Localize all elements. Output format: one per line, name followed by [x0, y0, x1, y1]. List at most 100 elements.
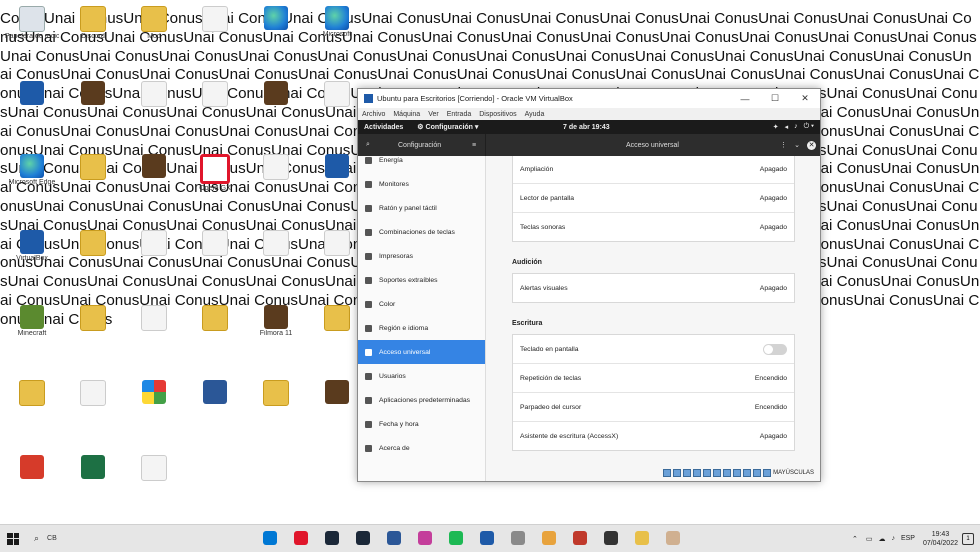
maximize-button[interactable]: ☐	[760, 89, 790, 108]
app-menu[interactable]: ⚙ Configuración ▾	[417, 123, 478, 131]
audio-icon[interactable]	[683, 469, 692, 477]
notification-icon[interactable]: 1	[962, 533, 974, 545]
desktop-icon[interactable]	[5, 376, 59, 407]
desktop-icon[interactable]	[310, 376, 364, 405]
desktop-icon[interactable]: Papelera de reciclaje	[5, 2, 59, 41]
desktop-icon[interactable]	[249, 2, 303, 31]
desktop-icon[interactable]	[66, 376, 120, 407]
menu-archivo[interactable]: Archivo	[362, 111, 385, 118]
desktop-icon[interactable]	[127, 376, 181, 405]
desktop-icon[interactable]: Filmora 11	[249, 301, 303, 338]
edge-icon[interactable]	[263, 531, 277, 545]
setting-row[interactable]: Alertas visuales Apagado	[513, 274, 794, 302]
desktop-icon[interactable]	[127, 77, 181, 108]
desktop-icon[interactable]	[310, 301, 364, 332]
taskbar-cb-label[interactable]: CB	[47, 535, 57, 542]
clock[interactable]: 19:43 07/04/2022	[923, 530, 958, 548]
desktop-icon[interactable]: VirtualBox	[5, 226, 59, 263]
volume-icon[interactable]: ♪	[891, 535, 895, 542]
view-menu-icon[interactable]: ⋮	[780, 141, 787, 149]
language-indicator[interactable]: ESP	[901, 535, 915, 542]
epic-games-icon[interactable]	[604, 531, 618, 545]
gnome-system-tray[interactable]: ✦ ◂ ♪ ⏻ ▾	[773, 123, 814, 131]
desktop-icon[interactable]: Minecraft	[5, 301, 59, 338]
network-adapter-icon[interactable]	[693, 469, 702, 477]
close-icon[interactable]: ✕	[807, 140, 816, 150]
search-icon[interactable]: ⌕	[34, 533, 39, 544]
sidebar-item[interactable]: Soportes extraíbles	[358, 268, 485, 292]
setting-row[interactable]: Ampliación Apagado	[513, 156, 794, 184]
desktop-icon[interactable]	[249, 226, 303, 257]
app-icon[interactable]	[573, 531, 587, 545]
tray-chevron-icon[interactable]: ⌃	[852, 535, 858, 543]
desktop-icon[interactable]: Opera GX	[188, 150, 242, 193]
desktop-icon[interactable]: Microsoft Edge	[5, 150, 59, 187]
desktop-icon[interactable]: Mod	[127, 2, 181, 41]
desktop-icon[interactable]: Microsoft	[310, 2, 364, 39]
setting-row[interactable]: Repetición de teclas Encendido	[513, 364, 794, 393]
activities-button[interactable]: Actividades	[364, 124, 403, 131]
steam-icon[interactable]	[356, 531, 370, 545]
chrome-icon[interactable]	[542, 531, 556, 545]
desktop-icon[interactable]	[310, 77, 364, 108]
setting-row[interactable]: Asistente de escritura (AccessX) Apagado	[513, 422, 794, 450]
desktop-icon[interactable]	[66, 77, 120, 106]
desktop-icon[interactable]	[127, 451, 181, 482]
opera-icon[interactable]	[294, 531, 308, 545]
desktop-icon[interactable]	[66, 301, 120, 332]
mouse-integration-icon[interactable]	[753, 469, 762, 477]
sidebar-item[interactable]: Fecha y hora	[358, 412, 485, 436]
sidebar-item[interactable]: Usuarios	[358, 364, 485, 388]
minimize-button[interactable]: —	[730, 89, 760, 108]
setting-row[interactable]: Teclas sonoras Apagado	[513, 213, 794, 241]
app-icon[interactable]	[511, 531, 525, 545]
sidebar-item[interactable]: Impresoras	[358, 244, 485, 268]
desktop-icon[interactable]: Discord	[66, 2, 120, 41]
sidebar-item[interactable]: Acceso universal	[358, 340, 485, 364]
sidebar-item[interactable]: Energía	[358, 156, 485, 172]
close-button[interactable]: ✕	[790, 89, 820, 108]
menu-ayuda[interactable]: Ayuda	[525, 111, 545, 118]
desktop-icon[interactable]	[310, 226, 364, 257]
desktop-icon[interactable]	[188, 226, 242, 257]
network-icon[interactable]: ☁	[878, 535, 885, 543]
setting-row[interactable]: Teclado en pantalla	[513, 335, 794, 364]
desktop-icon[interactable]	[66, 150, 120, 181]
gnome-clock[interactable]: 7 de abr 19:43	[563, 124, 610, 131]
spotify-icon[interactable]	[449, 531, 463, 545]
battery-icon[interactable]: ▭	[866, 535, 873, 543]
setting-row[interactable]: Parpadeo del cursor Encendido	[513, 393, 794, 422]
optical-icon[interactable]	[673, 469, 682, 477]
recording-icon[interactable]	[733, 469, 742, 477]
toggle-switch[interactable]	[763, 343, 787, 355]
desktop-icon[interactable]	[66, 451, 120, 480]
shared-folder-icon[interactable]	[713, 469, 722, 477]
sidebar-item[interactable]: Región e idioma	[358, 316, 485, 340]
cpu-icon[interactable]	[743, 469, 752, 477]
desktop-icon[interactable]	[249, 150, 303, 181]
keyboard-icon[interactable]	[763, 469, 772, 477]
hdd-icon[interactable]	[663, 469, 672, 477]
desktop-icon[interactable]	[249, 376, 303, 407]
word-icon[interactable]	[387, 531, 401, 545]
search-icon[interactable]: ⌕	[366, 141, 370, 149]
start-button[interactable]	[0, 525, 26, 552]
app-icon[interactable]	[325, 531, 339, 545]
virtualbox-icon[interactable]	[480, 531, 494, 545]
menu-dispositivos[interactable]: Dispositivos	[479, 111, 516, 118]
desktop-icon[interactable]	[188, 77, 242, 108]
desktop-icon[interactable]	[5, 451, 59, 480]
sidebar-item[interactable]: Combinaciones de teclas	[358, 220, 485, 244]
sidebar-item[interactable]: Monitores	[358, 172, 485, 196]
setting-row[interactable]: Lector de pantalla Apagado	[513, 184, 794, 213]
desktop-icon[interactable]	[188, 301, 242, 332]
desktop-icon[interactable]	[66, 226, 120, 257]
display-icon[interactable]	[723, 469, 732, 477]
chevron-down-icon[interactable]: ⌄	[794, 141, 800, 149]
sidebar-item[interactable]: Color	[358, 292, 485, 316]
desktop-icon[interactable]	[127, 150, 181, 179]
sidebar-item[interactable]: Ratón y panel táctil	[358, 196, 485, 220]
usb-icon[interactable]	[703, 469, 712, 477]
menu-maquina[interactable]: Máquina	[393, 111, 420, 118]
app-icon[interactable]	[418, 531, 432, 545]
